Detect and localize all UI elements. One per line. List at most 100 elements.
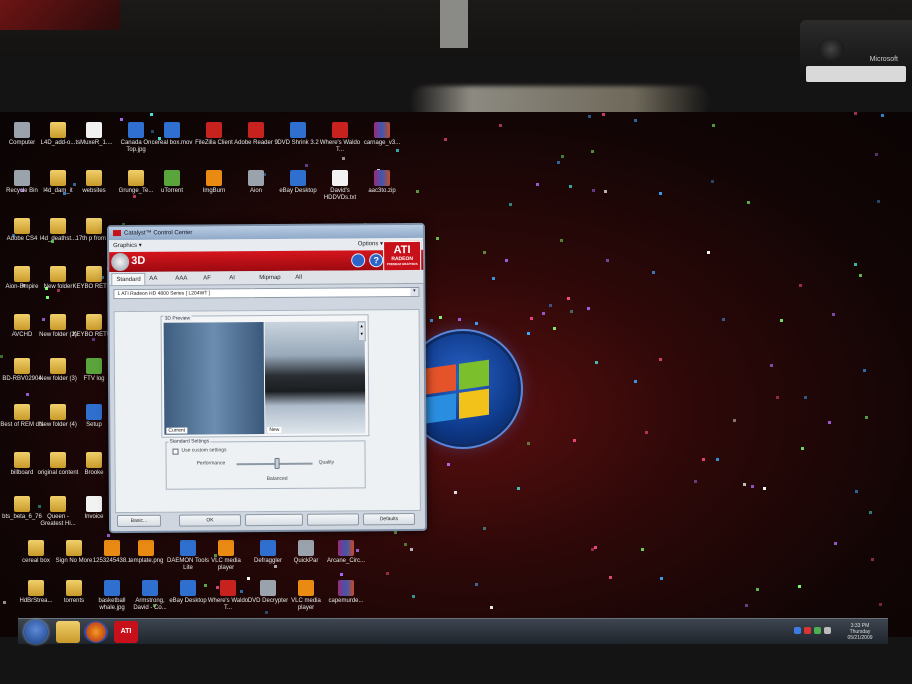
home-icon[interactable] [351,253,366,268]
desktop-icon[interactable]: Where's Waldo T... [206,580,250,612]
application-icon [138,540,154,556]
application-icon [374,122,390,138]
tray-network-icon[interactable] [794,627,801,634]
preview-scroll-buttons[interactable]: ▴ ▾ [357,321,366,342]
firefox-taskbar-button[interactable] [84,621,108,643]
artifact-speck [386,572,389,575]
artifact-speck [591,548,594,551]
desktop-icon-label: aac3to.zip [368,188,396,194]
desktop-icon[interactable]: Adobe Reader 9 [234,122,278,147]
quality-slider-thumb[interactable] [274,457,280,469]
application-icon [180,580,196,596]
desktop-icon[interactable]: capemurde... [324,580,368,605]
artifact-speck [573,439,576,442]
desktop-icon[interactable]: ImgBurn [192,170,236,195]
artifact-speck [483,527,486,530]
artifact-speck [561,155,564,158]
folder-icon [28,580,44,596]
desktop-icon[interactable]: VLC media player [284,580,328,612]
use-custom-settings-checkbox[interactable] [172,448,179,455]
artifact-speck [492,277,495,280]
artifact-speck [712,124,715,127]
artifact-speck [458,318,461,321]
artifact-speck [641,548,644,551]
desktop-icon[interactable]: eBay Desktop [276,170,320,195]
artifact-speck [265,611,268,614]
tray-volume-icon[interactable] [824,627,831,634]
folder-icon [50,170,66,186]
artifact-speck [483,251,486,254]
system-clock[interactable]: 3:33 PM Thursday 05/21/2009 [840,623,880,641]
tray-alert-icon[interactable] [804,627,811,634]
artifact-speck [879,603,882,606]
artifact-speck [475,583,478,586]
desktop-icon[interactable]: cereal box.mov [150,122,194,147]
application-icon [164,122,180,138]
tab-ai[interactable]: AI [225,272,239,284]
tray-status-icon[interactable] [814,627,821,634]
window-title: Catalyst™ Control Center [123,230,193,237]
artifact-speck [560,239,563,242]
help-icon[interactable]: ? [369,253,384,268]
menu-graphics[interactable]: Graphics ▾ [113,243,142,249]
desktop-icon[interactable]: DVD Shrink 3.2 [276,122,320,147]
cancel-button[interactable] [244,513,304,527]
ati-taskbar-button[interactable]: ATI [114,621,138,643]
folder-icon [28,540,44,556]
desktop-icon[interactable]: Arcane_Circ... [324,540,368,565]
menu-options[interactable]: Options ▾ [358,240,383,247]
application-icon [104,540,120,556]
desktop-icon[interactable]: eBay Desktop [166,580,210,605]
start-button[interactable] [24,620,48,644]
desktop-icon[interactable]: websites [72,170,116,195]
tab-aa[interactable]: AA [145,273,161,285]
tab-all[interactable]: All [291,272,306,284]
desktop-icon[interactable]: VLC media player [204,540,248,572]
artifact-speck [875,153,878,156]
desktop-icon[interactable]: QuickPar [284,540,328,565]
desktop-icon[interactable]: Aion [234,170,278,195]
application-icon [220,580,236,596]
defaults-button[interactable]: Defaults [362,512,416,526]
preview-new-image: New [264,321,366,435]
artifact-speck [3,601,6,604]
artifact-speck [567,297,570,300]
artifact-speck [107,534,110,537]
artifact-speck [553,327,556,330]
device-select[interactable]: 1 ATI Radeon HD 4800 Series [ L204WT ] ▾ [113,286,420,300]
apply-button[interactable] [306,513,360,526]
desktop-icon[interactable]: David's HDDVDs.txt [318,170,362,202]
application-icon [128,122,144,138]
desktop-icon[interactable]: uTorrent [150,170,194,195]
slider-min-label: Performance [196,460,226,467]
chevron-down-icon[interactable]: ▾ [410,287,419,296]
desktop-icon[interactable]: carnage_v3... [360,122,404,147]
artifact-speck [834,542,837,545]
application-icon [14,170,30,186]
artifact-speck [416,190,419,193]
folder-icon [50,404,66,420]
tab-af[interactable]: AF [199,272,215,284]
folder-icon [50,218,66,234]
desktop-icon[interactable]: template.png [124,540,168,565]
basic-button[interactable]: Basic... [116,514,162,528]
artifact-speck [557,161,560,164]
desktop-icon[interactable]: aac3to.zip [360,170,404,195]
folder-icon [50,122,66,138]
folder-icon [50,266,66,282]
desktop-icon-label: Where's Waldo T... [207,598,249,611]
tab-standard[interactable]: Standard [111,272,146,286]
artifact-speck [342,157,345,160]
desktop-icon-label: David's HDDVDs.txt [323,188,357,201]
ok-button[interactable]: OK [178,514,242,527]
artifact-speck [150,113,153,116]
explorer-taskbar-button[interactable] [56,621,80,643]
tab-mipmap[interactable]: Mipmap [255,272,284,284]
catalyst-control-center-window[interactable]: Catalyst™ Control Center Graphics ▾ Opti… [106,222,428,534]
application-icon [218,540,234,556]
desktop-icon[interactable]: Where's Waldo T... [318,122,362,154]
desktop-icon[interactable]: FileZilla Client [192,122,236,147]
settings-panel: 3D Preview Current New ▴ ▾ Standard Setti… [113,308,421,514]
desktop-icon[interactable]: tsMuxeR_1.... [72,122,116,147]
tab-aaa[interactable]: AAA [171,273,191,285]
